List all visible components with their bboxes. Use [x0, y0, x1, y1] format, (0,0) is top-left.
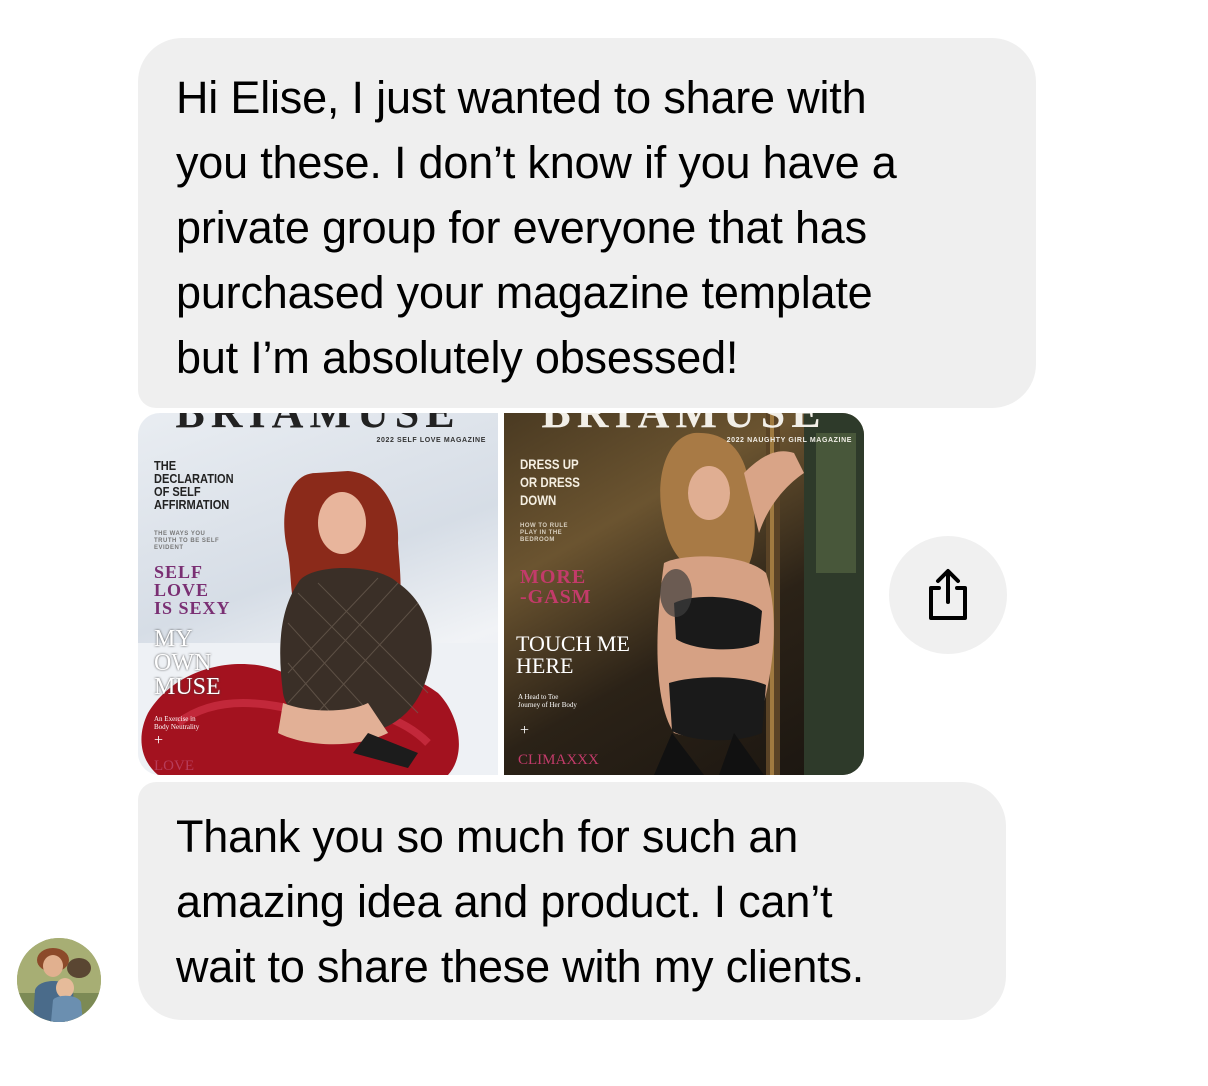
cover-1-headline-3: MY OWN MUSE: [154, 626, 221, 700]
share-button[interactable]: [889, 536, 1007, 654]
cover-2-headline-2: MORE -GASM: [520, 566, 592, 608]
cover-2-subtext-1: HOW TO RULE PLAY IN THE BEDROOM: [520, 523, 569, 544]
magazine-cover-image-2[interactable]: BRIAMUSE 2022 NAUGHTY GIRL MAGAZINE DRES…: [504, 413, 864, 775]
cover-2-subtext-2: A Head to Toe Journey of Her Body: [518, 693, 577, 710]
cover-2-footer: CLIMAXXX: [518, 752, 599, 768]
cover-1-footer: LOVE: [154, 758, 194, 774]
cover-2-headline-1: DRESS UP OR DRESS DOWN: [520, 456, 580, 509]
message-bubble-1[interactable]: Hi Elise, I just wanted to share with yo…: [138, 38, 1036, 408]
cover-2-headline-3: TOUCH ME HERE: [516, 631, 630, 678]
share-icon: [929, 569, 967, 620]
cover-1-subtext-2: An Exercise in Body Neutrality: [154, 715, 200, 732]
cover-1-masthead: BRIAMUSE: [138, 413, 498, 438]
cover-1-headline-2: SELF LOVE IS SEXY: [154, 562, 231, 618]
cover-2-issue-label: 2022 NAUGHTY GIRL MAGAZINE: [726, 437, 852, 444]
message-bubble-2[interactable]: Thank you so much for such an amazing id…: [138, 782, 1006, 1020]
cover-2-masthead: BRIAMUSE: [504, 413, 864, 438]
avatar-photo: [17, 938, 101, 1022]
cover-1-subtext-1: THE WAYS YOU TRUTH TO BE SELF EVIDENT: [154, 531, 220, 552]
avatar[interactable]: [17, 938, 101, 1022]
image-attachments: BRIAMUSE 2022 SELF LOVE MAGAZINE THE DEC…: [138, 413, 864, 775]
cover-1-plus: +: [154, 732, 164, 749]
magazine-cover-image-1[interactable]: BRIAMUSE 2022 SELF LOVE MAGAZINE THE DEC…: [138, 413, 498, 775]
cover-1-issue-label: 2022 SELF LOVE MAGAZINE: [376, 437, 486, 444]
cover-1-headline-1: THE DECLARATION OF SELF AFFIRMATION: [154, 458, 234, 512]
cover-2-plus: +: [520, 722, 530, 739]
